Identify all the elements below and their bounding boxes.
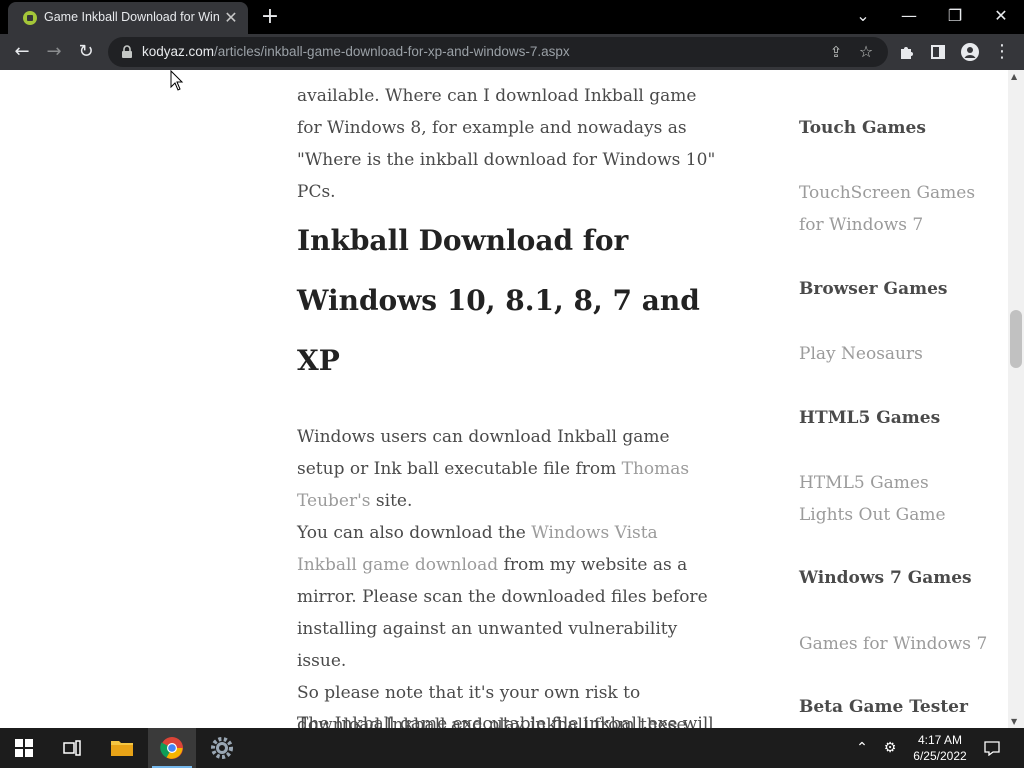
browser-title-bar: Game Inkball Download for Windows 10, 8.… [0, 0, 1024, 34]
browser-tab[interactable]: Game Inkball Download for Windows 10, 8.… [8, 2, 248, 34]
tray-chevron-up-icon[interactable]: ⌃ [852, 738, 872, 758]
android-favicon-icon [23, 11, 37, 25]
section-heading: Inkball Download for Windows 10, 8.1, 8,… [297, 224, 700, 377]
tab-close-icon[interactable]: ✕ [222, 9, 240, 27]
sidebar-heading-windows7-games: Windows 7 Games [799, 568, 972, 588]
taskbar-clock[interactable]: 4:17 AM 6/25/2022 [900, 732, 980, 764]
p1-text-a: Windows users can download Inkball game … [297, 427, 670, 479]
mouse-cursor-icon [170, 70, 184, 91]
sidebar-link-play-neosaurs[interactable]: Play Neosaurs [799, 338, 1004, 370]
sidebar-link-lights-out[interactable]: Lights Out Game [799, 499, 1004, 531]
download-paragraph: Windows users can download Inkball game … [297, 421, 717, 728]
reload-icon[interactable]: ↻ [72, 38, 100, 66]
tab-title: Game Inkball Download for Windows 10, 8.… [44, 10, 220, 24]
p1-text-b: site. [370, 491, 413, 511]
sidebar-heading-browser-games: Browser Games [799, 279, 948, 299]
intro-paragraph-end: available. Where can I download Inkball … [297, 86, 716, 202]
side-panel-icon[interactable] [924, 38, 952, 66]
next-paragraph-partial: The Inkball game executable file inkball… [297, 714, 714, 728]
lock-icon[interactable] [120, 45, 134, 59]
back-arrow-icon[interactable]: ← [8, 38, 36, 66]
minimize-icon[interactable]: — [886, 0, 932, 32]
url-path: /articles/inkball-game-download-for-xp-a… [214, 44, 570, 59]
new-tab-plus-icon[interactable]: + [258, 6, 282, 30]
person-icon[interactable] [956, 38, 984, 66]
url-host: kodyaz.com [142, 44, 215, 59]
address-bar[interactable]: kodyaz.com/articles/inkball-game-downloa… [108, 37, 888, 67]
scroll-down-arrow-icon[interactable]: ▼ [1011, 717, 1017, 726]
share-icon[interactable]: ⇪ [826, 42, 846, 62]
page-viewport[interactable]: available. Where can I download Inkball … [0, 70, 1008, 728]
sidebar-heading-touch-games: Touch Games [799, 118, 926, 138]
sidebar-heading-html5-games: HTML5 Games [799, 408, 941, 428]
settings-gear-icon[interactable] [198, 728, 246, 768]
sidebar-link-games-for-windows7[interactable]: Games for Windows 7 [799, 628, 1004, 660]
tab-search-chevron-icon[interactable]: ⌄ [840, 0, 886, 32]
task-view-icon[interactable] [48, 728, 96, 768]
p2-text-a: You can also download the [297, 523, 532, 543]
chrome-icon[interactable] [148, 728, 196, 768]
windows-taskbar: ⌃ ⚙ 4:17 AM 6/25/2022 [0, 728, 1024, 768]
forward-arrow-icon[interactable]: → [40, 38, 68, 66]
notifications-icon[interactable] [982, 738, 1002, 758]
puzzle-icon[interactable] [892, 38, 920, 66]
page-scrollbar[interactable]: ▲ ▼ [1008, 70, 1024, 728]
file-explorer-icon[interactable] [98, 728, 146, 768]
scrollbar-thumb[interactable] [1010, 310, 1022, 368]
windows-start-icon[interactable] [0, 728, 48, 768]
bookmark-star-icon[interactable]: ☆ [856, 42, 876, 62]
clock-time: 4:17 AM [917, 733, 963, 747]
browser-toolbar: ← → ↻ kodyaz.com/articles/inkball-game-d… [0, 34, 1024, 70]
url-text[interactable]: kodyaz.com/articles/inkball-game-downloa… [142, 44, 570, 59]
sidebar-link-touchscreen-games[interactable]: TouchScreen Games for Windows 7 [799, 177, 1004, 241]
sidebar-link-html5-games[interactable]: HTML5 Games [799, 467, 1004, 499]
tray-settings-gear-icon[interactable]: ⚙ [880, 738, 900, 758]
scroll-up-arrow-icon[interactable]: ▲ [1011, 72, 1017, 81]
restore-icon[interactable]: ❐ [932, 0, 978, 32]
kebab-menu-icon[interactable]: ⋮ [988, 38, 1016, 66]
sidebar-heading-beta-game-tester: Beta Game Tester [799, 697, 968, 717]
clock-date: 6/25/2022 [913, 749, 967, 763]
window-close-icon[interactable]: ✕ [978, 0, 1024, 32]
